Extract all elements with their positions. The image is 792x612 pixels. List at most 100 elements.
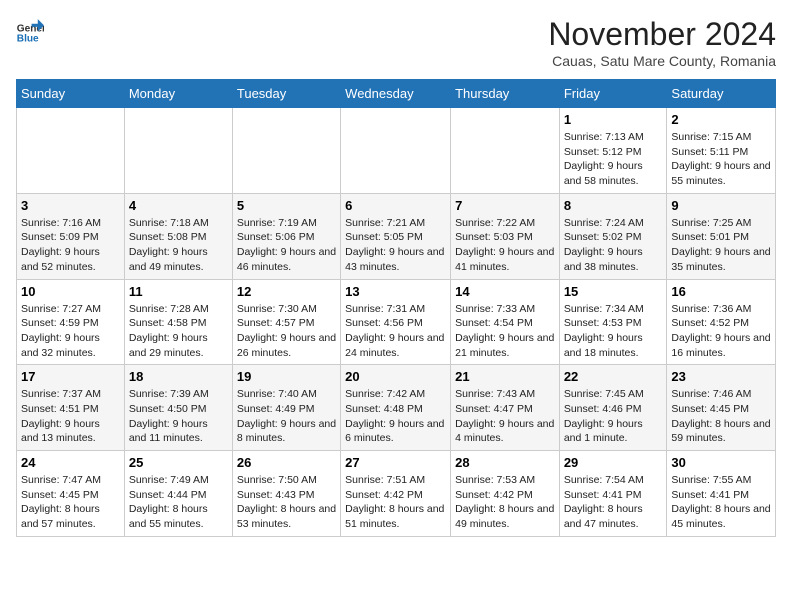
logo: General Blue General Blue [16,16,44,44]
table-row: 23 Sunrise: 7:46 AM Sunset: 4:45 PM Dayli… [667,365,776,451]
day-number: 10 [21,284,120,299]
day-number: 20 [345,369,446,384]
table-row: 2 Sunrise: 7:15 AM Sunset: 5:11 PM Daylig… [667,108,776,194]
day-number: 22 [564,369,663,384]
svg-text:Blue: Blue [17,34,39,44]
day-info: Sunrise: 7:54 AM Sunset: 4:41 PM Dayligh… [564,473,663,532]
table-row: 27Sunrise: 7:51 AM Sunset: 4:42 PM Dayli… [341,451,451,537]
logo-icon: General Blue [16,16,44,44]
day-info: Sunrise: 7:39 AM Sunset: 4:50 PM Dayligh… [129,387,228,446]
day-number: 23 [671,369,771,384]
day-info: Sunrise: 7:42 AM Sunset: 4:48 PM Dayligh… [345,387,446,446]
day-info: Sunrise: 7:31 AM Sunset: 4:56 PM Dayligh… [345,302,446,361]
calendar-week-row: 1Sunrise: 7:13 AM Sunset: 5:12 PM Daylig… [17,108,776,194]
day-info: Sunrise: 7:33 AM Sunset: 4:54 PM Dayligh… [455,302,555,361]
calendar-table: Sunday Monday Tuesday Wednesday Thursday… [16,79,776,537]
day-number: 4 [129,198,228,213]
day-info: Sunrise: 7:47 AM Sunset: 4:45 PM Dayligh… [21,473,120,532]
day-info: Sunrise: 7:36 AM Sunset: 4:52 PM Dayligh… [671,302,771,361]
day-number: 11 [129,284,228,299]
col-monday: Monday [124,80,232,108]
table-row: 9Sunrise: 7:25 AM Sunset: 5:01 PM Daylig… [667,193,776,279]
table-row: 24 Sunrise: 7:47 AM Sunset: 4:45 PM Dayli… [17,451,125,537]
day-info: Sunrise: 7:46 AM Sunset: 4:45 PM Dayligh… [671,387,771,446]
day-number: 28 [455,455,555,470]
day-number: 16 [671,284,771,299]
calendar-header-row: Sunday Monday Tuesday Wednesday Thursday… [17,80,776,108]
day-info: Sunrise: 7:30 AM Sunset: 4:57 PM Dayligh… [237,302,336,361]
day-number: 3 [21,198,120,213]
day-info: Sunrise: 7:50 AM Sunset: 4:43 PM Dayligh… [237,473,336,532]
calendar-week-row: 3 Sunrise: 7:16 AM Sunset: 5:09 PM Daylig… [17,193,776,279]
calendar-week-row: 24 Sunrise: 7:47 AM Sunset: 4:45 PM Dayli… [17,451,776,537]
table-row: 26 Sunrise: 7:50 AM Sunset: 4:43 PM Dayli… [232,451,340,537]
day-number: 21 [455,369,555,384]
day-number: 24 [21,455,120,470]
day-number: 30 [671,455,771,470]
day-number: 29 [564,455,663,470]
day-info: Sunrise: 7:34 AM Sunset: 4:53 PM Dayligh… [564,302,663,361]
day-number: 2 [671,112,771,127]
table-row [232,108,340,194]
table-row: 13Sunrise: 7:31 AM Sunset: 4:56 PM Dayli… [341,279,451,365]
table-row: 10 Sunrise: 7:27 AM Sunset: 4:59 PM Dayli… [17,279,125,365]
table-row: 22 Sunrise: 7:45 AM Sunset: 4:46 PM Dayli… [559,365,667,451]
table-row: 16 Sunrise: 7:36 AM Sunset: 4:52 PM Dayli… [667,279,776,365]
day-number: 9 [671,198,771,213]
table-row: 7Sunrise: 7:22 AM Sunset: 5:03 PM Daylig… [451,193,560,279]
table-row: 8 Sunrise: 7:24 AM Sunset: 5:02 PM Daylig… [559,193,667,279]
day-number: 15 [564,284,663,299]
calendar-week-row: 17Sunrise: 7:37 AM Sunset: 4:51 PM Dayli… [17,365,776,451]
day-info: Sunrise: 7:43 AM Sunset: 4:47 PM Dayligh… [455,387,555,446]
table-row: 20 Sunrise: 7:42 AM Sunset: 4:48 PM Dayli… [341,365,451,451]
day-number: 17 [21,369,120,384]
table-row: 1Sunrise: 7:13 AM Sunset: 5:12 PM Daylig… [559,108,667,194]
table-row [341,108,451,194]
day-info: Sunrise: 7:45 AM Sunset: 4:46 PM Dayligh… [564,387,663,446]
table-row: 21 Sunrise: 7:43 AM Sunset: 4:47 PM Dayli… [451,365,560,451]
table-row: 19 Sunrise: 7:40 AM Sunset: 4:49 PM Dayli… [232,365,340,451]
table-row [17,108,125,194]
day-info: Sunrise: 7:53 AM Sunset: 4:42 PM Dayligh… [455,473,555,532]
table-row: 29 Sunrise: 7:54 AM Sunset: 4:41 PM Dayli… [559,451,667,537]
title-area: November 2024 Cauas, Satu Mare County, R… [548,16,776,69]
day-number: 18 [129,369,228,384]
table-row: 6 Sunrise: 7:21 AM Sunset: 5:05 PM Daylig… [341,193,451,279]
table-row: 11Sunrise: 7:28 AM Sunset: 4:58 PM Dayli… [124,279,232,365]
table-row: 17Sunrise: 7:37 AM Sunset: 4:51 PM Dayli… [17,365,125,451]
col-friday: Friday [559,80,667,108]
day-info: Sunrise: 7:49 AM Sunset: 4:44 PM Dayligh… [129,473,228,532]
table-row: 12 Sunrise: 7:30 AM Sunset: 4:57 PM Dayli… [232,279,340,365]
col-saturday: Saturday [667,80,776,108]
col-tuesday: Tuesday [232,80,340,108]
day-info: Sunrise: 7:51 AM Sunset: 4:42 PM Dayligh… [345,473,446,532]
day-number: 26 [237,455,336,470]
day-number: 19 [237,369,336,384]
day-info: Sunrise: 7:15 AM Sunset: 5:11 PM Dayligh… [671,130,771,189]
day-info: Sunrise: 7:16 AM Sunset: 5:09 PM Dayligh… [21,216,120,275]
table-row [124,108,232,194]
header: General Blue General Blue November 2024 … [16,16,776,69]
day-info: Sunrise: 7:40 AM Sunset: 4:49 PM Dayligh… [237,387,336,446]
day-info: Sunrise: 7:27 AM Sunset: 4:59 PM Dayligh… [21,302,120,361]
day-info: Sunrise: 7:21 AM Sunset: 5:05 PM Dayligh… [345,216,446,275]
table-row: 4Sunrise: 7:18 AM Sunset: 5:08 PM Daylig… [124,193,232,279]
day-info: Sunrise: 7:55 AM Sunset: 4:41 PM Dayligh… [671,473,771,532]
table-row: 18 Sunrise: 7:39 AM Sunset: 4:50 PM Dayli… [124,365,232,451]
table-row: 28 Sunrise: 7:53 AM Sunset: 4:42 PM Dayli… [451,451,560,537]
location-subtitle: Cauas, Satu Mare County, Romania [548,53,776,69]
table-row: 15 Sunrise: 7:34 AM Sunset: 4:53 PM Dayli… [559,279,667,365]
col-wednesday: Wednesday [341,80,451,108]
day-number: 25 [129,455,228,470]
table-row: 14 Sunrise: 7:33 AM Sunset: 4:54 PM Dayli… [451,279,560,365]
table-row: 30 Sunrise: 7:55 AM Sunset: 4:41 PM Dayli… [667,451,776,537]
day-number: 7 [455,198,555,213]
day-number: 14 [455,284,555,299]
day-info: Sunrise: 7:24 AM Sunset: 5:02 PM Dayligh… [564,216,663,275]
day-number: 8 [564,198,663,213]
day-number: 6 [345,198,446,213]
calendar-week-row: 10 Sunrise: 7:27 AM Sunset: 4:59 PM Dayli… [17,279,776,365]
month-title: November 2024 [548,16,776,53]
day-number: 12 [237,284,336,299]
day-info: Sunrise: 7:19 AM Sunset: 5:06 PM Dayligh… [237,216,336,275]
